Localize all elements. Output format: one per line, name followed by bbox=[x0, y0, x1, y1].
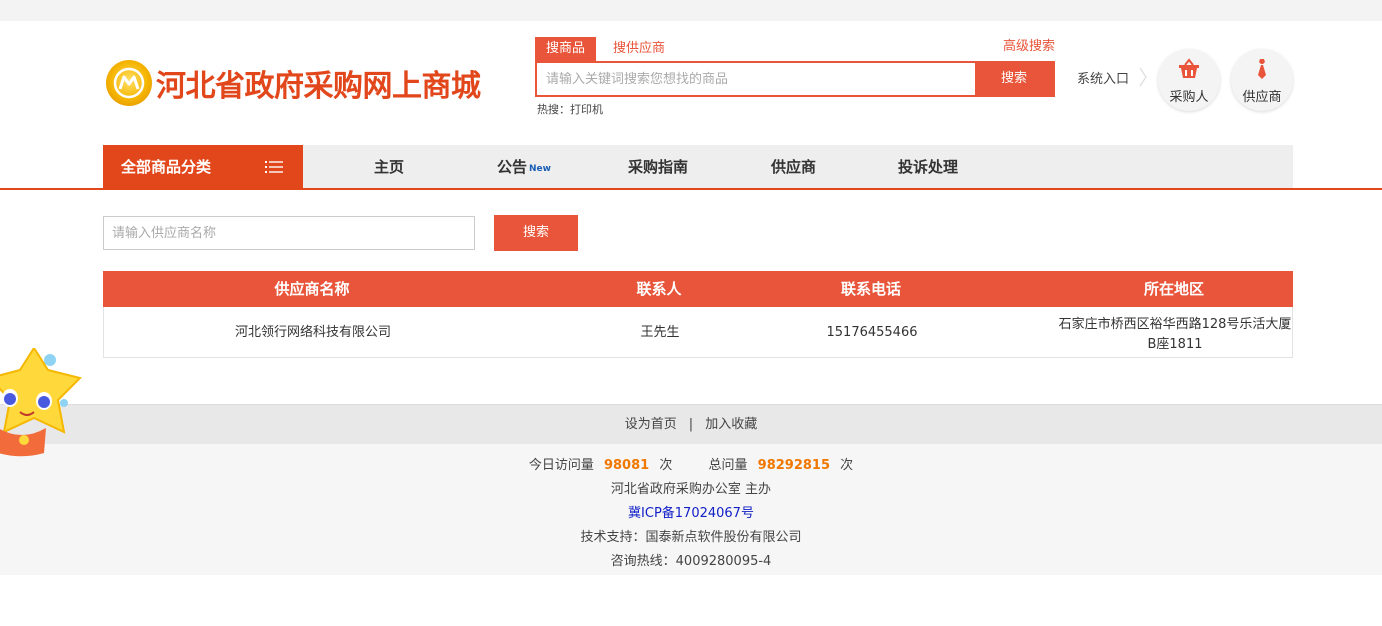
chevron-right-icon bbox=[1139, 67, 1147, 87]
basket-icon bbox=[1179, 58, 1199, 78]
new-badge: New bbox=[529, 164, 551, 174]
today-visits-unit: 次 bbox=[659, 458, 673, 473]
buyer-label: 采购人 bbox=[1169, 90, 1209, 105]
nav-divider bbox=[0, 188, 1382, 190]
system-entry-label: 系统入口 bbox=[1077, 72, 1130, 87]
header-phone: 联系电话 bbox=[840, 280, 901, 298]
nav-suppliers[interactable]: 供应商 bbox=[771, 145, 816, 189]
nav-purchase-guide[interactable]: 采购指南 bbox=[628, 145, 688, 189]
site-logo[interactable]: 河北省政府采购网上商城 bbox=[106, 58, 481, 108]
all-categories-label: 全部商品分类 bbox=[121, 158, 212, 176]
hot-search-item[interactable]: 打印机 bbox=[570, 103, 603, 116]
nav-announcements[interactable]: 公告 New bbox=[497, 145, 551, 189]
cell-phone: 15176455466 bbox=[826, 325, 918, 340]
footer-links: 设为首页 | 加入收藏 bbox=[0, 404, 1382, 445]
advanced-search-link[interactable]: 高级搜索 bbox=[1003, 37, 1055, 57]
tie-icon bbox=[1258, 59, 1266, 79]
hot-search: 热搜：打印机 bbox=[537, 101, 603, 117]
total-visits-label: 总问量 bbox=[708, 458, 748, 473]
cell-region: 石家庄市桥西区裕华西路128号乐活大厦B座1811 bbox=[1058, 317, 1292, 352]
cell-contact: 王先生 bbox=[640, 325, 680, 340]
footer-separator: | bbox=[688, 417, 694, 432]
search-box: 搜索 bbox=[535, 61, 1055, 97]
nav-complaints[interactable]: 投诉处理 bbox=[898, 145, 958, 189]
total-visits-count: 98292815 bbox=[757, 458, 831, 473]
today-visits-count: 98081 bbox=[603, 458, 650, 473]
total-visits-unit: 次 bbox=[840, 458, 854, 473]
footer-tech-support: 技术支持：国泰新点软件股份有限公司 bbox=[580, 530, 802, 545]
set-home-link[interactable]: 设为首页 bbox=[625, 417, 677, 432]
main-nav: 全部商品分类 主页 公告 New 采购指南 供应商 投诉处理 bbox=[103, 145, 1293, 189]
table-row: 河北领行网络科技有限公司 王先生 15176455466 石家庄市桥西区裕华西路… bbox=[103, 307, 1293, 358]
footer: 今日访问量 98081 次 总问量 98292815 次 河北省政府采购办公室 … bbox=[0, 444, 1382, 575]
footer-hotline: 咨询热线：4009280095-4 bbox=[610, 554, 772, 569]
search-input[interactable] bbox=[537, 63, 962, 95]
cell-supplier-name[interactable]: 河北领行网络科技有限公司 bbox=[104, 307, 522, 358]
logo-mark-icon bbox=[106, 60, 152, 106]
site-title: 河北省政府采购网上商城 bbox=[156, 69, 481, 104]
all-categories-button[interactable]: 全部商品分类 bbox=[103, 145, 303, 189]
top-strip bbox=[0, 0, 1382, 21]
tab-search-goods[interactable]: 搜商品 bbox=[535, 37, 597, 61]
header-supplier-name: 供应商名称 bbox=[274, 280, 350, 298]
today-visits-label: 今日访问量 bbox=[528, 458, 594, 473]
header-region: 所在地区 bbox=[1143, 280, 1204, 298]
nav-home[interactable]: 主页 bbox=[374, 145, 404, 189]
supplier-entry-button[interactable]: 供应商 bbox=[1231, 49, 1293, 111]
supplier-label: 供应商 bbox=[1242, 90, 1282, 105]
mascot-star-icon[interactable] bbox=[0, 348, 84, 458]
supplier-name-input[interactable] bbox=[103, 216, 475, 250]
table-header: 供应商名称 联系人 联系电话 所在地区 bbox=[103, 271, 1293, 307]
buyer-entry-button[interactable]: 采购人 bbox=[1158, 49, 1220, 111]
menu-list-icon bbox=[265, 161, 283, 173]
header-contact: 联系人 bbox=[636, 280, 682, 298]
visit-stats: 今日访问量 98081 次 总问量 98292815 次 bbox=[0, 454, 1382, 473]
hot-search-label: 热搜： bbox=[537, 103, 570, 116]
supplier-search-button[interactable]: 搜索 bbox=[494, 215, 578, 251]
tab-search-supplier[interactable]: 搜供应商 bbox=[602, 37, 676, 61]
nav-announcements-label: 公告 bbox=[497, 158, 528, 176]
footer-host: 河北省政府采购办公室 主办 bbox=[610, 482, 772, 497]
add-favorite-link[interactable]: 加入收藏 bbox=[705, 417, 757, 432]
icp-link[interactable]: 冀ICP备17024067号 bbox=[0, 502, 1382, 521]
search-button[interactable]: 搜索 bbox=[975, 63, 1053, 95]
supplier-table: 供应商名称 联系人 联系电话 所在地区 河北领行网络科技有限公司 王先生 151… bbox=[103, 271, 1293, 358]
